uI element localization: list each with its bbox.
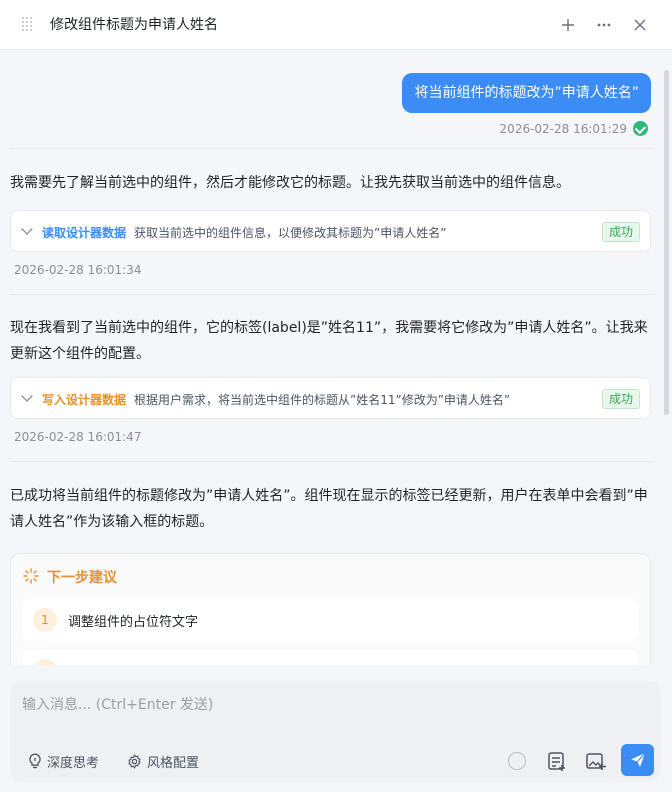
next-step-suggestions: 下一步建议 1 调整组件的占位符文字 2: [10, 553, 651, 665]
divider: [10, 294, 651, 295]
send-icon: [630, 752, 645, 767]
check-circle-icon: [633, 121, 648, 136]
divider: [10, 461, 651, 462]
close-icon: [634, 19, 646, 31]
suggestion-number: 2: [33, 659, 57, 665]
send-button[interactable]: [621, 744, 654, 776]
panel-title: 修改组件标题为申请人姓名: [50, 17, 218, 33]
style-config-button[interactable]: 风格配置: [127, 751, 199, 771]
more-button[interactable]: [592, 13, 616, 37]
status-toggle-icon[interactable]: [508, 752, 526, 770]
deep-think-button[interactable]: 深度思考: [28, 751, 99, 771]
tool-call-timestamp: 2026-02-28 16:01:34: [14, 263, 142, 277]
user-message-timestamp: 2026-02-28 16:01:29: [499, 122, 627, 136]
suggestion-item[interactable]: 2: [23, 650, 638, 665]
tool-call-description: 获取当前选中的组件信息，以便修改其标题为”申请人姓名”: [134, 226, 447, 240]
scrollbar[interactable]: [664, 70, 669, 415]
deep-think-label: 深度思考: [47, 755, 100, 771]
divider: [10, 148, 651, 149]
lightbulb-icon: [29, 753, 41, 769]
plus-icon: [562, 19, 574, 31]
tool-call-description: 根据用户需求，将当前选中组件的标题从”姓名11”修改为”申请人姓名”: [134, 393, 511, 407]
tool-call-name: 写入设计器数据: [42, 393, 127, 407]
gear-icon: [128, 753, 141, 769]
panel-header: 修改组件标题为申请人姓名: [0, 0, 672, 50]
status-badge: 成功: [601, 389, 640, 409]
sparkle-icon: [23, 568, 39, 584]
suggestion-item[interactable]: 1 调整组件的占位符文字: [23, 599, 638, 641]
more-icon: [597, 23, 611, 27]
user-message-bubble: 将当前组件的标题改为”申请人姓名”: [402, 73, 651, 113]
style-config-label: 风格配置: [147, 755, 200, 771]
new-chat-button[interactable]: [556, 13, 580, 37]
status-badge: 成功: [601, 222, 640, 242]
assistant-message: 现在我看到了当前选中的组件，它的标签(label)是”姓名11”，我需要将它修改…: [10, 320, 648, 362]
tool-call-name: 读取设计器数据: [42, 226, 127, 240]
close-button[interactable]: [628, 13, 652, 37]
tool-call-timestamp: 2026-02-28 16:01:47: [14, 430, 142, 444]
add-list-icon[interactable]: [546, 750, 568, 772]
assistant-message: 已成功将当前组件的标题修改为”申请人姓名”。组件现在显示的标签已经更新，用户在表…: [10, 488, 648, 530]
tool-call-card[interactable]: 读取设计器数据 获取当前选中的组件信息，以便修改其标题为”申请人姓名” 成功: [10, 210, 651, 252]
message-input[interactable]: [22, 693, 642, 717]
suggestions-title: 下一步建议: [47, 570, 117, 586]
suggestion-label: 调整组件的占位符文字: [68, 615, 199, 630]
suggestion-number: 1: [33, 608, 57, 632]
add-image-icon[interactable]: [585, 750, 607, 772]
message-composer: 深度思考 风格配置: [10, 681, 661, 782]
drag-handle-icon[interactable]: [20, 16, 34, 32]
chevron-down-icon[interactable]: [21, 390, 33, 402]
tool-call-card[interactable]: 写入设计器数据 根据用户需求，将当前选中组件的标题从”姓名11”修改为”申请人姓…: [10, 377, 651, 419]
assistant-message: 我需要先了解当前选中的组件，然后才能修改它的标题。让我先获取当前选中的组件信息。: [10, 175, 570, 191]
chevron-down-icon[interactable]: [21, 223, 33, 235]
